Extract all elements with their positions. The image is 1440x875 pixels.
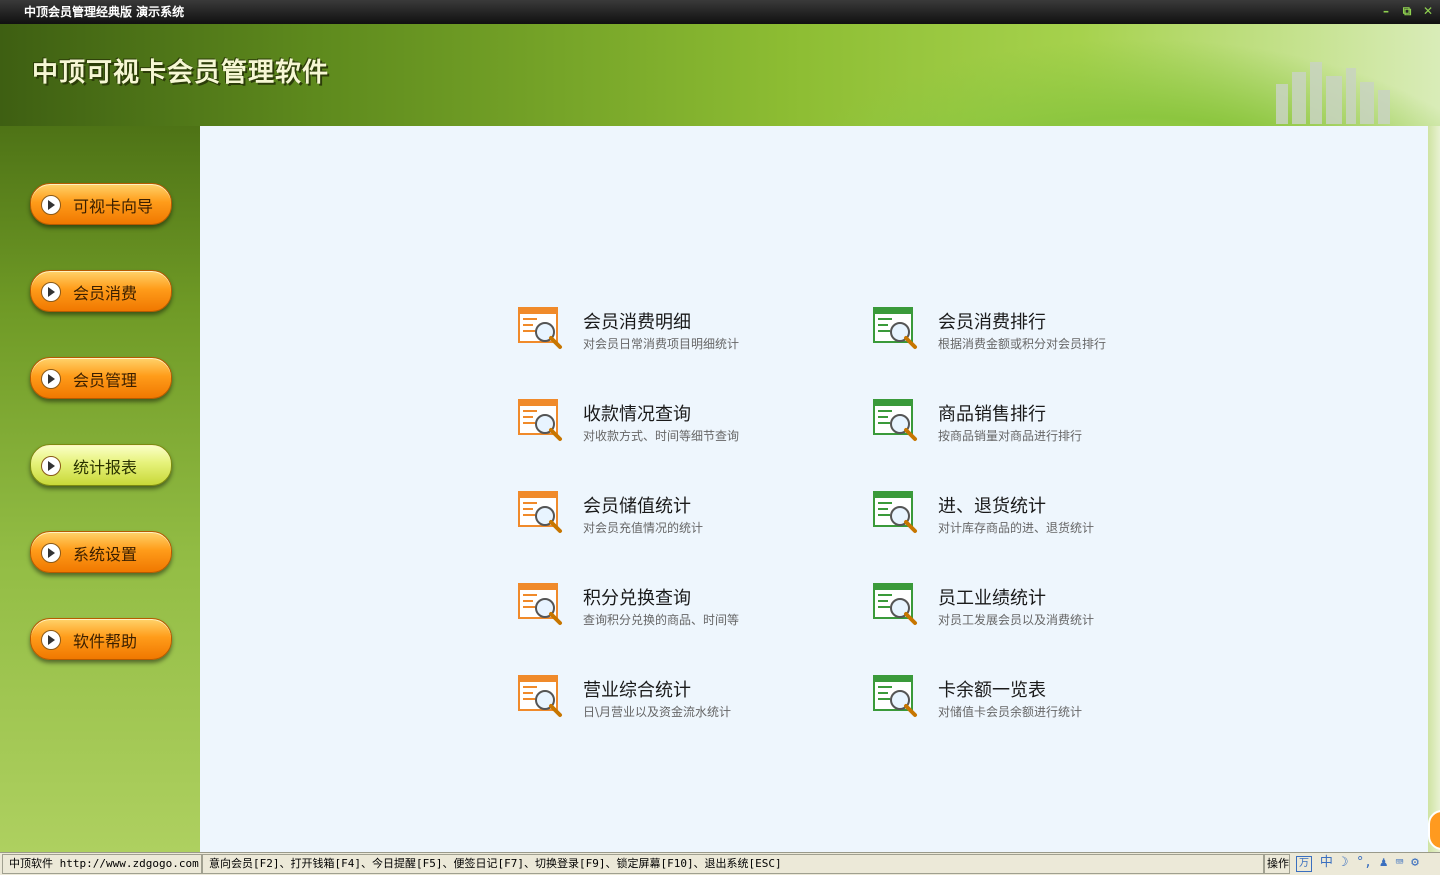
sidebar-item-4[interactable]: 统计报表 — [30, 444, 172, 486]
status-bar: 中顶软件 http://www.zdgogo.com 意向会员[F2]、打开钱箱… — [0, 852, 1440, 875]
sidebar-item-label: 可视卡向导 — [73, 197, 154, 216]
report-title: 收款情况查询 — [583, 404, 691, 425]
restore-icon[interactable]: ⧉ — [1397, 0, 1417, 24]
sidebar-item-label: 系统设置 — [73, 545, 138, 564]
ime-mode-icon[interactable]: 万 — [1296, 856, 1312, 872]
report-item-right-5[interactable]: 卡余额一览表对储值卡会员余额进行统计 — [872, 672, 1202, 732]
status-shortcuts: 意向会员[F2]、打开钱箱[F4]、今日提醒[F5]、便签日记[F7]、切换登录… — [202, 854, 1264, 874]
sidebar-item-3[interactable]: 会员管理 — [30, 357, 172, 399]
report-description: 日\月营业以及资金流水统计 — [583, 705, 732, 719]
report-title: 会员消费明细 — [583, 312, 691, 333]
report-search-icon — [518, 307, 562, 349]
report-description: 对计库存商品的进、退货统计 — [938, 521, 1095, 535]
city-skyline-icon — [1276, 62, 1390, 124]
sidebar-item-2[interactable]: 会员消费 — [30, 270, 172, 312]
sidebar-item-label: 统计报表 — [73, 458, 138, 477]
sidebar — [0, 126, 200, 854]
status-operator: 操作员 — [1264, 854, 1290, 874]
report-title: 会员消费排行 — [938, 312, 1046, 333]
play-icon — [41, 456, 61, 476]
window-title: 中顶会员管理经典版 演示系统 — [24, 5, 185, 19]
report-search-icon — [518, 583, 562, 625]
report-search-icon — [518, 399, 562, 441]
play-icon — [41, 282, 61, 302]
report-item-left-5[interactable]: 营业综合统计日\月营业以及资金流水统计 — [517, 672, 847, 732]
report-title: 进、退货统计 — [938, 496, 1046, 517]
report-item-right-4[interactable]: 员工业绩统计对员工发展会员以及消费统计 — [872, 580, 1202, 640]
chart-search-icon — [873, 583, 917, 625]
report-item-left-3[interactable]: 会员储值统计对会员充值情况的统计 — [517, 488, 847, 548]
sidebar-item-label: 软件帮助 — [73, 632, 138, 651]
minimize-icon[interactable]: – — [1376, 0, 1396, 24]
report-title: 商品销售排行 — [938, 404, 1046, 425]
report-title: 员工业绩统计 — [938, 588, 1046, 609]
ime-toolbar[interactable]: 万 中 ☽ °, ♟ ⌨ ⚙ — [1296, 854, 1419, 872]
report-item-right-1[interactable]: 会员消费排行根据消费金额或积分对会员排行 — [872, 304, 1202, 364]
play-icon — [41, 543, 61, 563]
chart-search-icon — [873, 399, 917, 441]
report-description: 根据消费金额或积分对会员排行 — [938, 337, 1107, 351]
chart-search-icon — [873, 675, 917, 717]
sidebar-item-label: 会员消费 — [73, 284, 138, 303]
close-icon[interactable]: ✕ — [1418, 0, 1438, 24]
play-icon — [41, 195, 61, 215]
chart-search-icon — [873, 491, 917, 533]
window-titlebar: 中顶会员管理经典版 演示系统 – ⧉ ✕ — [0, 0, 1440, 24]
sidebar-item-label: 会员管理 — [73, 371, 138, 390]
chart-search-icon — [873, 307, 917, 349]
report-search-icon — [518, 675, 562, 717]
sidebar-item-5[interactable]: 系统设置 — [30, 531, 172, 573]
report-item-left-4[interactable]: 积分兑换查询查询积分兑换的商品、时间等 — [517, 580, 847, 640]
play-icon — [41, 369, 61, 389]
app-title: 中顶可视卡会员管理软件 — [32, 58, 330, 88]
report-description: 对员工发展会员以及消费统计 — [938, 613, 1095, 627]
report-search-icon — [518, 491, 562, 533]
report-description: 对收款方式、时间等细节查询 — [583, 429, 740, 443]
report-description: 按商品销量对商品进行排行 — [938, 429, 1083, 443]
play-icon — [41, 630, 61, 650]
sidebar-item-6[interactable]: 软件帮助 — [30, 618, 172, 660]
header-banner: 中顶可视卡会员管理软件 — [0, 24, 1440, 134]
report-item-right-3[interactable]: 进、退货统计对计库存商品的进、退货统计 — [872, 488, 1202, 548]
ime-status[interactable]: 中 ☽ °, ♟ ⌨ ⚙ — [1320, 855, 1419, 870]
report-item-left-2[interactable]: 收款情况查询对收款方式、时间等细节查询 — [517, 396, 847, 456]
report-title: 卡余额一览表 — [938, 680, 1046, 701]
report-item-right-2[interactable]: 商品销售排行按商品销量对商品进行排行 — [872, 396, 1202, 456]
floating-button[interactable] — [1428, 810, 1440, 850]
report-description: 对会员日常消费项目明细统计 — [583, 337, 740, 351]
report-description: 对储值卡会员余额进行统计 — [938, 705, 1083, 719]
report-title: 营业综合统计 — [583, 680, 691, 701]
right-edge — [1428, 126, 1440, 852]
report-description: 对会员充值情况的统计 — [583, 521, 704, 535]
report-description: 查询积分兑换的商品、时间等 — [583, 613, 740, 627]
report-item-left-1[interactable]: 会员消费明细对会员日常消费项目明细统计 — [517, 304, 847, 364]
report-title: 会员储值统计 — [583, 496, 691, 517]
sidebar-item-1[interactable]: 可视卡向导 — [30, 183, 172, 225]
report-title: 积分兑换查询 — [583, 588, 691, 609]
status-company: 中顶软件 http://www.zdgogo.com — [2, 854, 202, 874]
